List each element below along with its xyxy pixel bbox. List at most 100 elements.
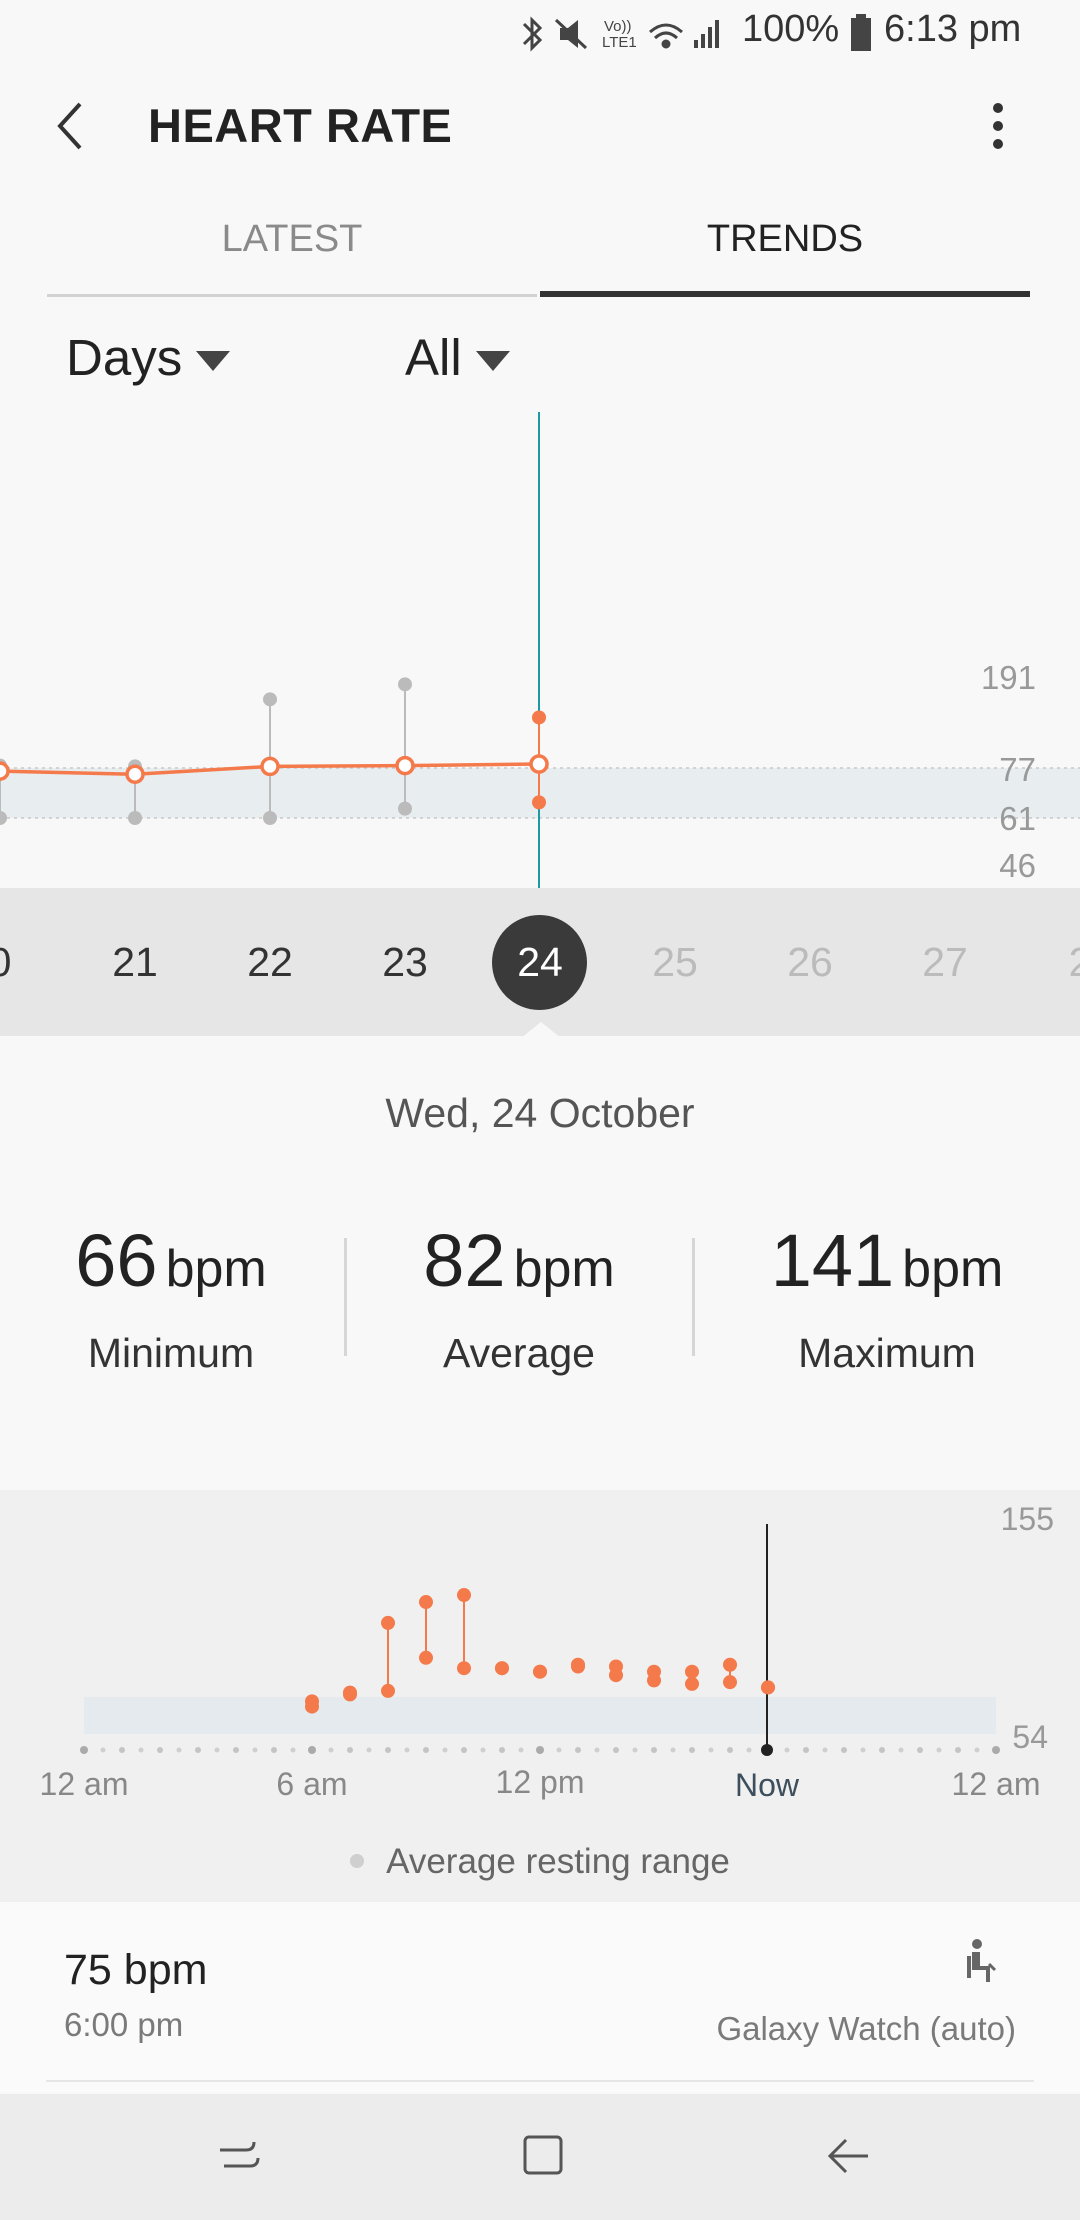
axis-minor-dot (594, 1747, 600, 1753)
period-dropdown[interactable]: Days (66, 328, 231, 387)
axis-minor-dot (822, 1747, 828, 1753)
axis-tick-dot (575, 1747, 581, 1753)
day-item[interactable]: 2 (1025, 888, 1080, 1036)
day-item[interactable]: 23 (350, 888, 460, 1036)
volte-icon: Vo)) LTE1 (602, 18, 637, 51)
back-arrow-icon (57, 102, 82, 150)
stat-divider (344, 1238, 347, 1356)
axis-tick-dot (233, 1747, 239, 1753)
day-item-selected[interactable]: 24 (485, 888, 595, 1036)
battery-percentage: 100% (742, 8, 840, 50)
reading-source: Galaxy Watch (auto) (716, 2010, 1016, 2047)
axis-tick-dot (195, 1747, 201, 1753)
stat-maximum-unit: bpm (902, 1240, 1004, 1298)
back-button[interactable] (40, 90, 104, 162)
hourly-min-point (609, 1668, 623, 1683)
range-min-point (128, 811, 142, 825)
x-axis-label: 6 am (276, 1766, 347, 1802)
average-point (395, 755, 415, 776)
x-axis-label: 12 am (40, 1766, 129, 1802)
axis-tick-dot (992, 1746, 1000, 1754)
stat-maximum-label: Maximum (798, 1330, 976, 1376)
axis-tick-dot (803, 1747, 809, 1753)
y-tick-label: 191 (981, 659, 1036, 696)
axis-tick-dot (689, 1747, 695, 1753)
page-title: HEART RATE (148, 99, 453, 152)
stat-average: 82 bpm Average (354, 1218, 684, 1376)
hourly-max-point (419, 1595, 433, 1610)
day-item[interactable]: 22 (215, 888, 325, 1036)
recent-apps-icon[interactable] (214, 2130, 266, 2182)
stat-minimum-value: 66 (75, 1219, 158, 1302)
hourly-min-point (457, 1661, 471, 1676)
axis-minor-dot (936, 1747, 942, 1753)
trend-chart[interactable]: 191 77 61 46 (0, 400, 1080, 888)
x-axis-label: 12 pm (496, 1764, 585, 1800)
day-item[interactable]: 27 (890, 888, 1000, 1036)
dropdown-arrow-icon (475, 350, 510, 371)
daily-chart[interactable]: 155 54 12 am 6 am 12 pm Now 12 am (0, 1490, 1080, 1840)
average-point (0, 761, 10, 781)
axis-minor-dot (442, 1747, 448, 1753)
x-axis-label-now: Now (735, 1767, 800, 1803)
selected-date: Wed, 24 October (385, 1090, 695, 1136)
tab-trends[interactable]: TRENDS (540, 218, 1030, 297)
axis-tick-dot (917, 1747, 923, 1753)
more-vertical-icon (993, 103, 1003, 149)
nav-back-icon[interactable] (822, 2130, 874, 2182)
range-min-point (532, 795, 546, 810)
axis-minor-dot (974, 1747, 980, 1753)
daily-resting-range-band (84, 1697, 996, 1734)
battery-icon (851, 14, 871, 51)
average-point (260, 756, 280, 777)
axis-minor-dot (632, 1747, 638, 1753)
axis-minor-dot (404, 1747, 410, 1753)
average-point (125, 764, 145, 784)
day-pointer-icon (521, 1022, 561, 1038)
range-min-point (398, 801, 412, 816)
axis-minor-dot (670, 1747, 676, 1753)
hourly-min-point (533, 1664, 547, 1679)
stat-maximum: 141 bpm Maximum (722, 1218, 1052, 1376)
more-options-button[interactable] (970, 96, 1026, 156)
hourly-max-point (457, 1588, 471, 1603)
tab-latest[interactable]: LATEST (47, 218, 537, 297)
type-dropdown[interactable]: All (405, 328, 510, 387)
y-min-label: 54 (1012, 1719, 1048, 1755)
stat-minimum-label: Minimum (87, 1330, 255, 1376)
axis-tick-dot (308, 1746, 316, 1754)
axis-minor-dot (290, 1747, 296, 1753)
axis-tick-dot (841, 1747, 847, 1753)
day-item[interactable]: 26 (755, 888, 865, 1036)
stat-minimum: 66 bpm Minimum (6, 1218, 336, 1376)
axis-minor-dot (138, 1747, 144, 1753)
hourly-max-point (381, 1615, 395, 1630)
bluetooth-icon (522, 16, 543, 52)
svg-text:Vo)): Vo)) (604, 18, 632, 35)
axis-tick-dot (499, 1747, 505, 1753)
day-item[interactable]: 0 (0, 888, 55, 1036)
day-item[interactable]: 25 (620, 888, 730, 1036)
legend-label: Average resting range (386, 1842, 730, 1881)
x-axis-label: 12 am (952, 1766, 1041, 1802)
axis-tick-dot (119, 1747, 125, 1753)
hourly-max-point (723, 1657, 737, 1672)
axis-minor-dot (784, 1747, 790, 1753)
axis-minor-dot (556, 1747, 562, 1753)
type-dropdown-label: All (405, 329, 462, 386)
range-min-point (263, 811, 277, 825)
axis-tick-dot (80, 1746, 88, 1754)
reading-time: 6:00 pm (64, 2006, 184, 2043)
day-item[interactable]: 21 (80, 888, 190, 1036)
axis-minor-dot (746, 1747, 752, 1753)
axis-minor-dot (214, 1747, 220, 1753)
mute-icon (554, 18, 588, 50)
axis-minor-dot (480, 1747, 486, 1753)
y-tick-label: 46 (999, 847, 1036, 884)
hourly-min-point (647, 1673, 661, 1688)
reading-row[interactable] (0, 1902, 1080, 2092)
home-icon[interactable] (518, 2130, 570, 2182)
axis-minor-dot (898, 1747, 904, 1753)
legend-swatch (350, 1853, 365, 1868)
stat-minimum-unit: bpm (165, 1240, 267, 1298)
